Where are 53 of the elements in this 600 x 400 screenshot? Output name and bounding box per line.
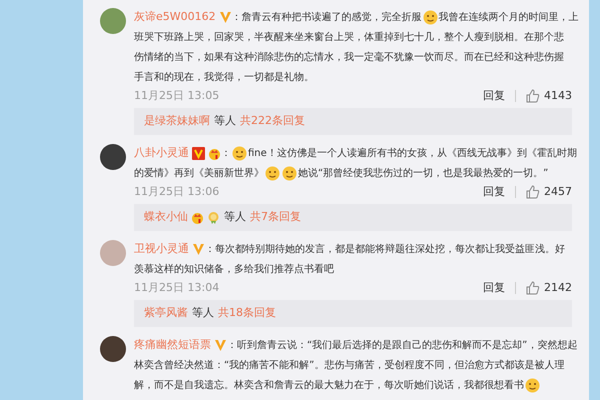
reply-link[interactable]: 回复: [483, 280, 505, 296]
user-name[interactable]: 紫亭风酱: [144, 305, 188, 322]
timestamp: 11月25日 13:06: [134, 184, 220, 200]
comment-text: 的爱情》再到《美丽新世界》: [134, 166, 264, 180]
comment-text: fine！这仿佛是一个人读遍所有书的女孩，从《西线无战事》到《霍乱时期: [248, 146, 577, 160]
user-name[interactable]: 八卦小灵通: [134, 144, 189, 162]
thumbs-up-icon[interactable]: [526, 185, 540, 199]
comment-text: 班哭下班路上哭，回家哭，半夜醒来坐来窗台上哭，体重掉到七十几，整个人瘦到脱相。在那个悲: [134, 30, 564, 44]
verified-icon: [214, 338, 227, 352]
vip-icon: [192, 146, 205, 160]
user-name[interactable]: 灰谛e5W00162: [134, 8, 216, 26]
comment-text: 她说“那曾经使我悲伤过的一切，也是我最热爱的一切。”: [298, 166, 548, 180]
emoji-icon: [422, 10, 438, 24]
comment-text: ：每次都特别期待她的发言，都是都能将辩题往深处挖，每次都让我受益匪浅。好: [205, 242, 565, 256]
user-name[interactable]: 蝶衣小仙: [144, 209, 188, 226]
comment-text: 羡慕这样的知识储备，多给我们推荐点书看吧: [134, 262, 334, 276]
medal-icon: [207, 211, 220, 224]
comment-text: ：: [221, 146, 231, 160]
summary-text: 等人: [224, 209, 246, 226]
reply-count-link[interactable]: 共7条回复: [250, 209, 301, 226]
comment-text: 手言和的现在，我觉得，一切都是礼物。: [134, 70, 314, 84]
emoji-icon: [525, 378, 540, 392]
emoji-icon: [232, 146, 247, 160]
reply-link[interactable]: 回复: [483, 184, 505, 200]
comment-text: ：听到詹青云说：“我们最后选择的是跟自己的悲伤和解而不是忘却”，突然想起: [227, 338, 578, 352]
comment-text: 我曾在连续两个月的时间里，上: [438, 10, 579, 24]
like-count: 2457: [544, 184, 572, 200]
reply-count-link[interactable]: 共18条回复: [218, 305, 276, 322]
thumbs-up-icon[interactable]: [526, 89, 540, 103]
comment-text: 解，而不是自我遗忘。林奕含和詹青云的最大魅力在于，每次听她们说话，我都很想看书: [134, 378, 524, 392]
user-name[interactable]: 疼痛幽然短语票: [134, 336, 211, 354]
comment-text: 伤情绪的当下，如果有这种消除悲伤的忘情水，我一定毫不犹豫一饮而尽。而在已经和这种悲伤握: [134, 50, 564, 64]
avatar[interactable]: [100, 336, 126, 362]
verified-icon: [192, 242, 205, 256]
user-name[interactable]: 是绿茶妹妹啊: [144, 113, 210, 130]
reply-count-link[interactable]: 共222条回复: [240, 113, 305, 130]
comment-text: 林奕含曾经决然道：“我的痛苦不能和解”。悲伤与痛苦，受创程度不同，但治愈方式都该是被人理: [134, 358, 564, 372]
emoji-icon: [282, 166, 297, 180]
user-name[interactable]: 卫视小灵通: [134, 240, 189, 258]
reply-link[interactable]: 回复: [483, 88, 505, 104]
crown-icon: [191, 211, 204, 224]
crown-icon: [208, 146, 221, 160]
timestamp: 11月25日 13:05: [134, 88, 220, 104]
summary-text: 等人: [192, 305, 214, 322]
summary-text: 等人: [214, 113, 236, 130]
like-count: 2142: [544, 280, 572, 296]
comment-text: ：詹青云有种把书读遍了的感觉，完全折服: [232, 10, 422, 24]
avatar[interactable]: [100, 144, 126, 170]
like-count: 4143: [544, 88, 572, 104]
timestamp: 11月25日 13:04: [134, 280, 220, 296]
thumbs-up-icon[interactable]: [526, 281, 540, 295]
emoji-icon: [265, 166, 280, 180]
verified-icon: [218, 10, 232, 24]
